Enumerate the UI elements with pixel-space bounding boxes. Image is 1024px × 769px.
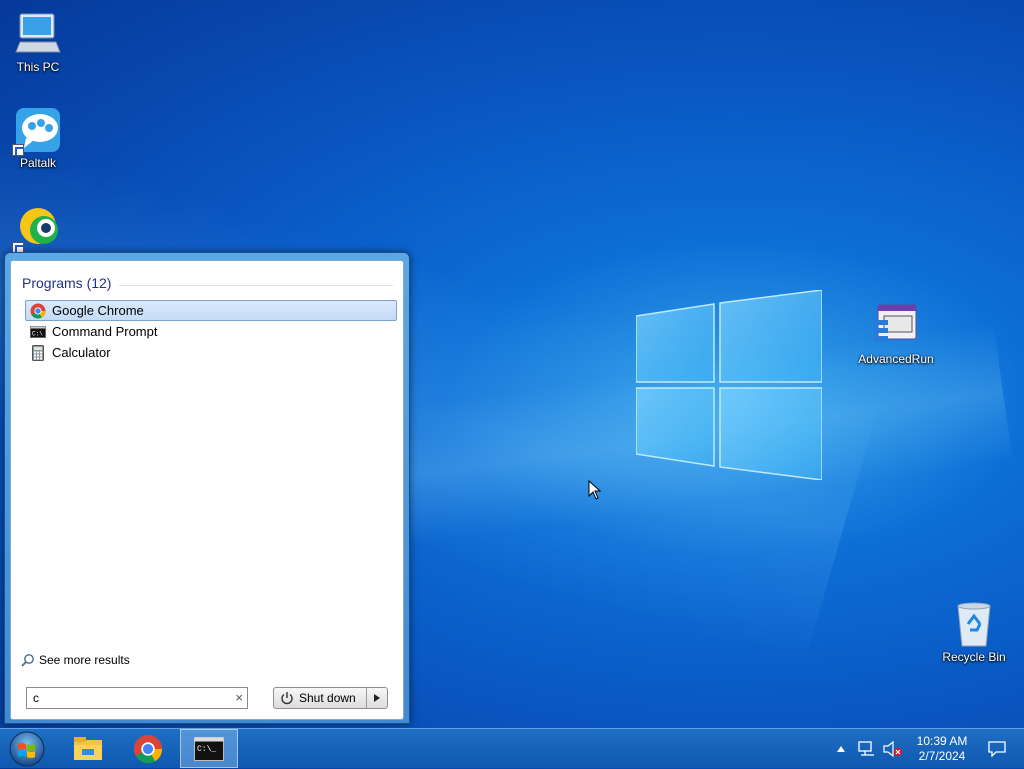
result-label: Command Prompt [52,324,158,339]
taskbar: C:\_ 10:39 AM 2/7/2024 [0,728,1024,768]
result-item-command-prompt[interactable]: C:\ Command Prompt [25,321,397,342]
svg-text:C:\_: C:\_ [197,745,216,754]
paltalk-icon [12,106,62,156]
desktop: This PC Paltalk AdvancedRun Recycle Bin … [0,0,1024,728]
network-icon [858,741,874,756]
notification-icon [988,741,1006,757]
clear-search-icon[interactable]: × [235,690,243,705]
search-results-list: Google Chrome C:\ Command Prompt Calcula… [25,300,397,363]
clock-date: 2/7/2024 [918,749,966,763]
taskbar-file-explorer[interactable] [62,729,114,769]
show-hidden-icons-button[interactable] [830,738,852,760]
see-more-label: See more results [39,653,130,667]
chrome-icon [30,303,46,319]
calculator-icon [30,344,46,361]
result-item-calculator[interactable]: Calculator [25,342,397,363]
desktop-icon-label: Recycle Bin [942,650,1006,664]
desktop-icon-label: This PC [16,60,60,74]
result-label: Calculator [52,345,111,360]
shut-down-options-button[interactable] [366,688,387,708]
result-label: Google Chrome [52,303,144,318]
system-tray: 10:39 AM 2/7/2024 [828,729,1024,769]
programs-header: Programs (12) [22,275,112,291]
result-item-google-chrome[interactable]: Google Chrome [25,300,397,321]
desktop-icon-label: AdvancedRun [858,352,934,366]
desktop-icon-advancedrun[interactable]: AdvancedRun [858,302,934,366]
shut-down-main[interactable]: Shut down [274,688,366,708]
start-menu-panel: Programs (12) Google Chrome C:\ Command … [10,260,404,720]
advancedrun-icon [872,302,920,350]
clock[interactable]: 10:39 AM 2/7/2024 [914,734,970,764]
start-button[interactable] [0,729,54,769]
computer-icon [14,10,62,58]
cmd-icon: C:\ [30,324,46,340]
see-more-results-link[interactable]: See more results [21,653,130,667]
desktop-icon-this-pc[interactable]: This PC [0,10,76,74]
app-icon [12,204,62,254]
volume-tray-button[interactable] [882,738,904,760]
search-input[interactable]: c × [26,687,248,709]
windows-logo-wallpaper [636,290,822,480]
desktop-icon-partial[interactable] [0,204,76,254]
shortcut-arrow-icon [12,144,24,156]
desktop-icon-label: Paltalk [19,156,57,170]
cmd-icon: C:\_ [194,736,224,761]
recycle-bin-icon [950,600,998,648]
desktop-icon-recycle-bin[interactable]: Recycle Bin [936,600,1012,664]
shut-down-button[interactable]: Shut down [273,687,388,709]
action-center-button[interactable] [986,738,1008,760]
svg-text:C:\: C:\ [32,330,43,337]
divider [119,285,393,286]
chevron-up-icon [837,746,845,752]
shut-down-label: Shut down [299,691,356,705]
taskbar-chrome[interactable] [122,729,174,769]
clock-time: 10:39 AM [916,734,968,748]
start-menu: Programs (12) Google Chrome C:\ Command … [4,252,410,724]
taskbar-command-prompt[interactable]: C:\_ [180,729,238,768]
windows-orb-icon [9,731,45,767]
search-input-value: c [33,691,39,705]
chevron-right-icon [374,694,380,702]
volume-muted-icon [883,741,902,757]
search-icon [21,653,35,667]
file-explorer-icon [74,737,102,760]
power-icon [280,691,294,705]
network-tray-button[interactable] [856,738,878,760]
chrome-icon [133,734,163,764]
desktop-icon-paltalk[interactable]: Paltalk [0,106,76,170]
mouse-cursor-icon [588,480,602,500]
